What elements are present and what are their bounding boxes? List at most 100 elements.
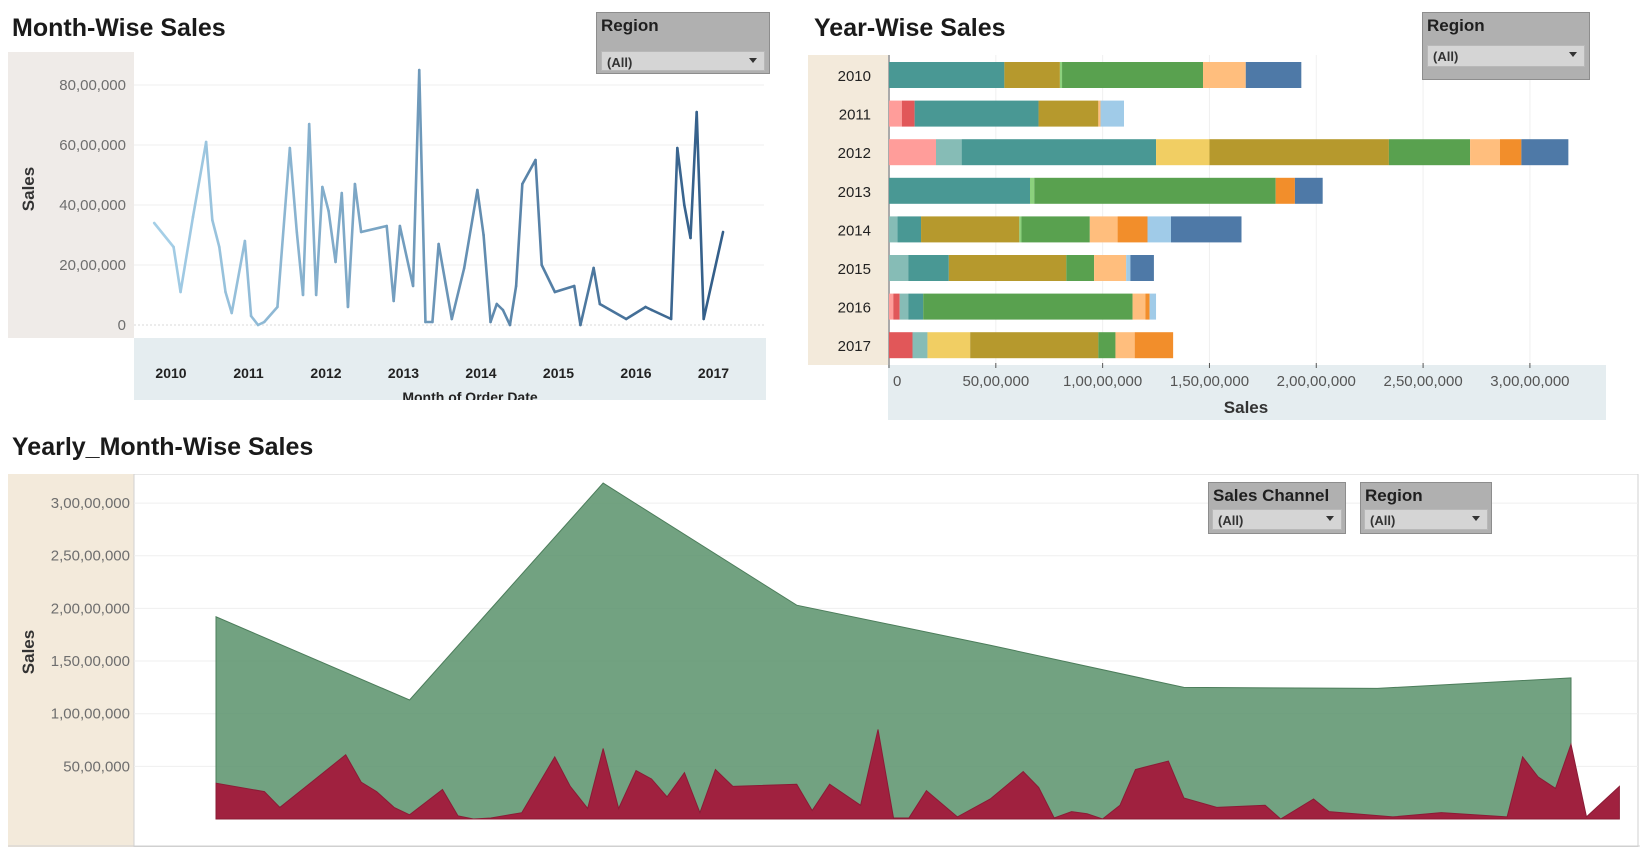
x-tick-label: 2,00,00,000	[1277, 373, 1356, 390]
line-segment	[650, 308, 673, 321]
line-segment	[431, 242, 440, 324]
x-tick-label: 2016	[620, 365, 651, 381]
line-segment	[534, 158, 544, 267]
line-segment	[592, 266, 602, 306]
y-tick-label: 2016	[838, 300, 871, 317]
bar-segment	[1059, 62, 1063, 88]
bar-segment	[1117, 216, 1148, 243]
year-region-dropdown[interactable]: (All)	[1427, 45, 1585, 67]
bar-segment	[889, 177, 1030, 204]
line-segment	[301, 122, 311, 297]
bar-segment	[1126, 255, 1131, 281]
line-segment	[262, 305, 279, 324]
line-segment	[346, 182, 357, 309]
line-segment	[230, 239, 247, 315]
chevron-down-icon	[749, 58, 757, 63]
year-chart-title: Year-Wise Sales	[814, 14, 1006, 42]
y-tick-label: 50,00,000	[63, 758, 130, 775]
bar-segment	[948, 255, 1067, 281]
bar-segment	[1132, 293, 1146, 320]
line-segment	[359, 224, 389, 234]
month-region-dropdown[interactable]: (All)	[601, 51, 765, 71]
bar-segment	[899, 293, 909, 320]
y-tick-label: 2,00,00,000	[51, 600, 130, 617]
bar-segment	[1245, 62, 1302, 88]
bar-segment	[889, 100, 902, 127]
bottom-region-dropdown-value: (All)	[1370, 513, 1396, 528]
line-segment	[482, 233, 492, 324]
bar-segment	[1145, 293, 1150, 320]
bottom-region-filter[interactable]: Region (All)	[1360, 482, 1492, 534]
x-tick-label: 1,50,00,000	[1170, 373, 1249, 390]
line-segment	[276, 146, 292, 309]
bar-segment	[889, 255, 909, 281]
month-region-dropdown-value: (All)	[607, 55, 633, 70]
x-tick-label: 0	[893, 373, 901, 390]
bar-segment	[1275, 177, 1295, 204]
month-region-filter-label: Region	[601, 16, 659, 35]
bar-segment	[1062, 62, 1204, 88]
month-wise-line-chart: 0 20,00,000 40,00,000 60,00,000 80,00,000 Sal…	[8, 52, 766, 400]
bar-segment	[1500, 139, 1522, 166]
bar-segment	[1098, 332, 1116, 359]
line-segment	[411, 68, 421, 288]
y-tick-label: 60,00,000	[59, 137, 126, 154]
line-segment	[288, 146, 299, 234]
bar-segment	[912, 332, 928, 359]
sales-channel-filter[interactable]: Sales Channel (All)	[1208, 482, 1346, 534]
y-tick-label: 3,00,00,000	[51, 495, 130, 512]
y-tick-label: 1,50,00,000	[51, 653, 130, 670]
line-segment	[437, 242, 454, 321]
line-segment	[211, 218, 221, 249]
bar-segment	[961, 139, 1157, 166]
bar-segment	[1030, 177, 1035, 204]
line-segment	[172, 245, 182, 294]
line-segment	[340, 191, 350, 309]
line-segment	[702, 230, 725, 321]
line-segment	[624, 305, 647, 321]
line-segment	[598, 302, 628, 321]
line-segment	[249, 314, 260, 327]
line-segment	[243, 239, 253, 318]
line-segment	[398, 224, 415, 288]
month-region-filter[interactable]: Region (All)	[596, 12, 770, 74]
bar-segment	[1130, 255, 1154, 281]
bar-segment	[1521, 139, 1569, 166]
sales-channel-dropdown[interactable]: (All)	[1212, 509, 1342, 530]
year-region-filter[interactable]: Region (All)	[1422, 12, 1590, 80]
line-segment	[218, 245, 227, 294]
bar-segment	[889, 139, 936, 166]
line-segment	[695, 110, 705, 321]
y-tick-label: 20,00,000	[59, 257, 126, 274]
bar-segment	[1171, 216, 1242, 243]
sales-channel-filter-label: Sales Channel	[1213, 486, 1330, 505]
bar-segment	[1294, 177, 1323, 204]
line-segment	[224, 290, 233, 315]
x-axis-title: Month of Order Date	[402, 389, 538, 400]
bar-segment	[1098, 100, 1101, 127]
bar-segment	[893, 293, 900, 320]
x-tick-label: 1,00,00,000	[1063, 373, 1142, 390]
x-axis-title: Sales	[1224, 398, 1268, 417]
line-segment	[450, 266, 466, 321]
line-segment	[669, 146, 679, 321]
line-segment	[353, 182, 363, 234]
line-segment	[327, 209, 337, 264]
bar-segment	[889, 62, 1005, 88]
x-tick-label: 2017	[698, 365, 729, 381]
bar-segment	[1209, 139, 1389, 166]
bar-segment	[889, 293, 894, 320]
bar-segment	[923, 293, 1133, 320]
bar-segment	[927, 332, 971, 359]
line-segment	[689, 110, 699, 240]
bottom-region-dropdown[interactable]: (All)	[1364, 509, 1488, 530]
year-region-filter-label: Region	[1427, 16, 1485, 35]
x-tick-label: 2013	[388, 365, 419, 381]
bar-segment	[901, 100, 915, 127]
line-segment	[579, 266, 595, 327]
chevron-down-icon	[1569, 52, 1577, 57]
bar-segment	[1089, 216, 1118, 243]
bar-segment	[921, 216, 1020, 243]
line-segment	[307, 122, 318, 297]
bar-segment	[1100, 100, 1124, 127]
